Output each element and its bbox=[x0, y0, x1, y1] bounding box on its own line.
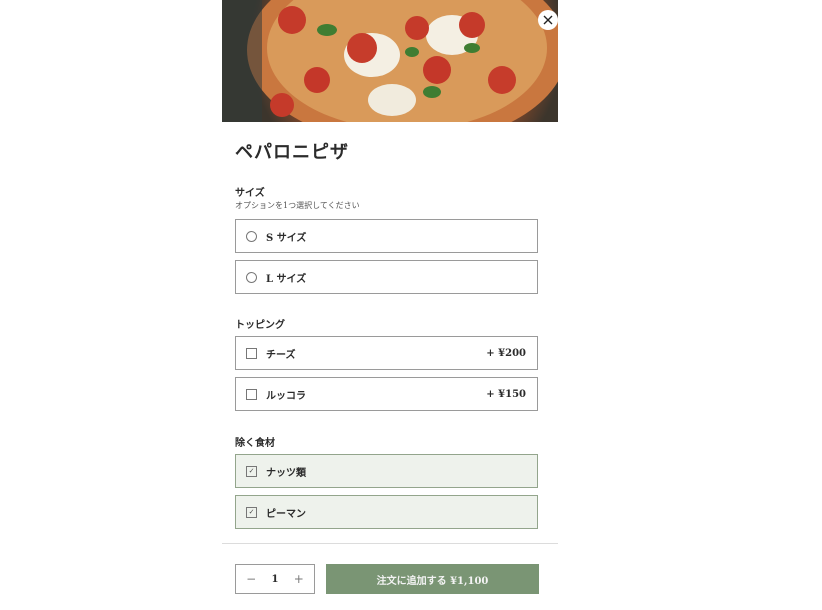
close-button[interactable] bbox=[538, 10, 558, 30]
topping-option-arugula[interactable]: ルッコラ + ¥150 bbox=[235, 377, 538, 411]
checkbox-icon[interactable] bbox=[246, 347, 257, 359]
exclude-option-pepper[interactable]: ✓ ピーマン bbox=[235, 495, 538, 529]
option-label: ナッツ類 bbox=[266, 467, 306, 479]
exclude-option-nuts[interactable]: ✓ ナッツ類 bbox=[235, 454, 538, 488]
size-section-subtitle: オプションを1つ選択してください bbox=[235, 201, 360, 210]
quantity-value: 1 bbox=[271, 573, 279, 585]
exclude-section-title: 除く食材 bbox=[235, 438, 275, 449]
checkbox-checked-icon[interactable]: ✓ bbox=[246, 465, 257, 477]
option-label: チーズ bbox=[266, 349, 296, 361]
option-price: + ¥200 bbox=[486, 347, 526, 359]
option-price: + ¥150 bbox=[486, 388, 526, 400]
quantity-stepper[interactable]: − 1 + bbox=[235, 564, 315, 594]
option-label: ルッコラ bbox=[266, 390, 306, 402]
radio-icon[interactable] bbox=[246, 271, 257, 283]
close-icon bbox=[543, 15, 553, 25]
add-to-order-button[interactable]: 注文に追加する ¥1,100 bbox=[326, 564, 539, 594]
size-option-l[interactable]: L サイズ bbox=[235, 260, 538, 294]
plus-icon[interactable]: + bbox=[289, 572, 309, 586]
size-section-title: サイズ bbox=[235, 188, 265, 199]
size-option-s[interactable]: S サイズ bbox=[235, 219, 538, 253]
footer-divider bbox=[222, 543, 558, 544]
option-label: L サイズ bbox=[266, 273, 307, 285]
pizza-illustration bbox=[222, 0, 558, 122]
minus-icon[interactable]: − bbox=[241, 572, 261, 586]
option-label: S サイズ bbox=[266, 232, 307, 244]
toppings-section-title: トッピング bbox=[235, 320, 285, 331]
item-modal: ペパロニピザ サイズ オプションを1つ選択してください S サイズ L サイズ … bbox=[222, 0, 558, 610]
pizza-image bbox=[222, 0, 558, 122]
topping-option-cheese[interactable]: チーズ + ¥200 bbox=[235, 336, 538, 370]
checkbox-checked-icon[interactable]: ✓ bbox=[246, 506, 257, 518]
item-title: ペパロニピザ bbox=[235, 142, 349, 163]
radio-icon[interactable] bbox=[246, 230, 257, 242]
checkbox-icon[interactable] bbox=[246, 388, 257, 400]
option-label: ピーマン bbox=[266, 508, 306, 520]
